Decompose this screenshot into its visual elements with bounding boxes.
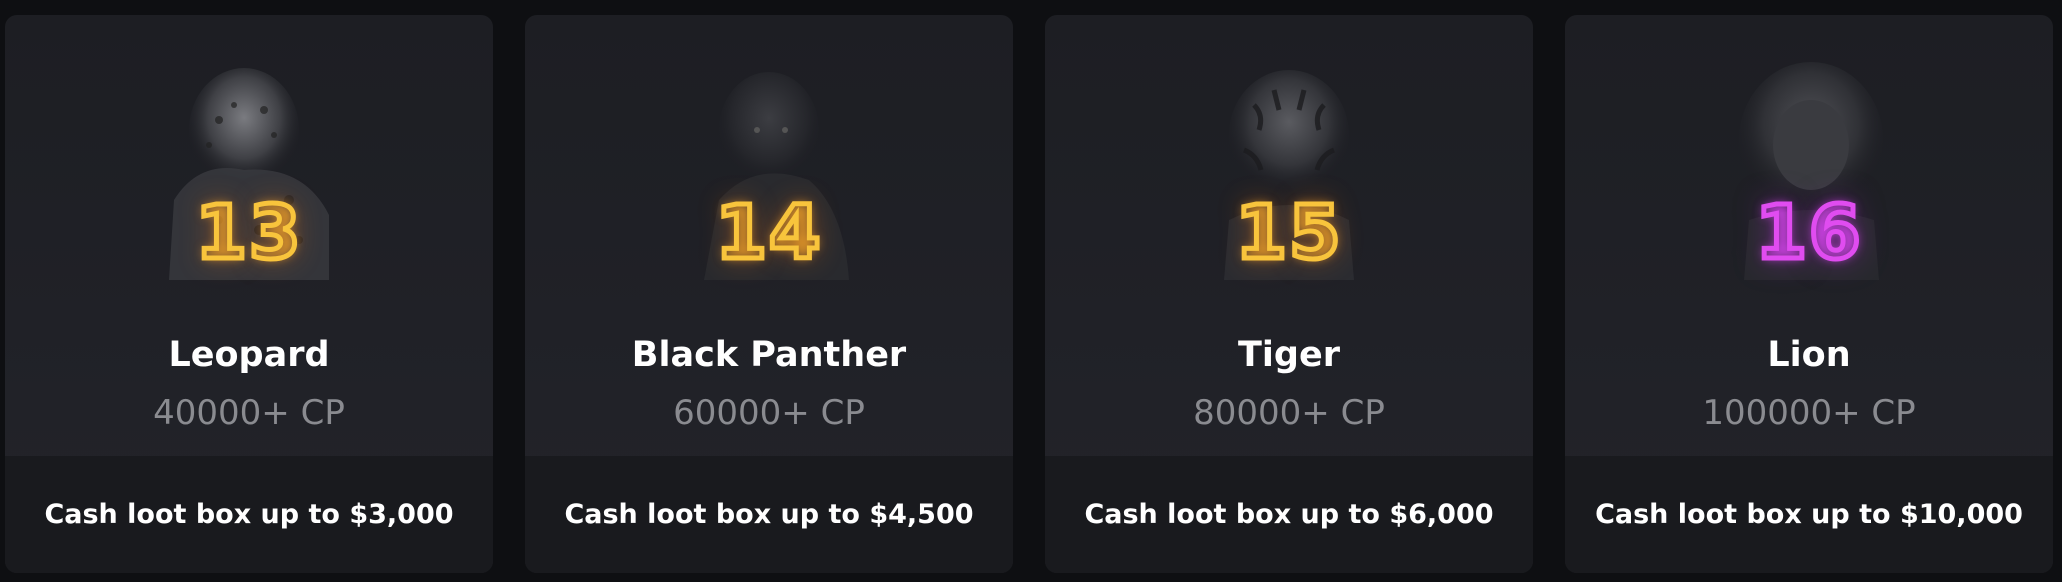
tier-reward-footer: Cash loot box up to $4,500 (525, 456, 1013, 573)
tier-reward-footer: Cash loot box up to $3,000 (5, 456, 493, 573)
tier-cp-requirement: 80000+ CP (1193, 393, 1385, 433)
tier-name: Tiger (1238, 335, 1340, 375)
tier-level-number: 13 (193, 188, 303, 279)
tier-card-leopard[interactable]: 13 Leopard 40000+ CP Cash loot box up to… (5, 15, 493, 573)
tier-level-number: 15 (1233, 188, 1343, 279)
tier-card-tiger[interactable]: 15 Tiger 80000+ CP Cash loot box up to $… (1045, 15, 1533, 573)
tier-card-black-panther[interactable]: 14 Black Panther 60000+ CP Cash loot box… (525, 15, 1013, 573)
tier-reward-text: Cash loot box up to $6,000 (1084, 499, 1494, 530)
tier-reward-footer: Cash loot box up to $6,000 (1045, 456, 1533, 573)
tier-name: Leopard (168, 335, 330, 375)
tier-name: Lion (1767, 335, 1851, 375)
vip-tier-row: 13 Leopard 40000+ CP Cash loot box up to… (0, 0, 2062, 582)
tier-level-number: 14 (713, 188, 823, 279)
tier-cp-requirement: 40000+ CP (153, 393, 345, 433)
tier-reward-footer: Cash loot box up to $10,000 (1565, 456, 2053, 573)
tier-cp-requirement: 100000+ CP (1702, 393, 1916, 433)
tier-cp-requirement: 60000+ CP (673, 393, 865, 433)
tier-reward-text: Cash loot box up to $4,500 (564, 499, 974, 530)
tier-name: Black Panther (631, 335, 907, 375)
tier-level-number: 16 (1753, 188, 1863, 279)
tier-reward-text: Cash loot box up to $3,000 (44, 499, 454, 530)
tier-card-lion[interactable]: 16 Lion 100000+ CP Cash loot box up to $… (1565, 15, 2053, 573)
tier-reward-text: Cash loot box up to $10,000 (1595, 499, 2023, 530)
